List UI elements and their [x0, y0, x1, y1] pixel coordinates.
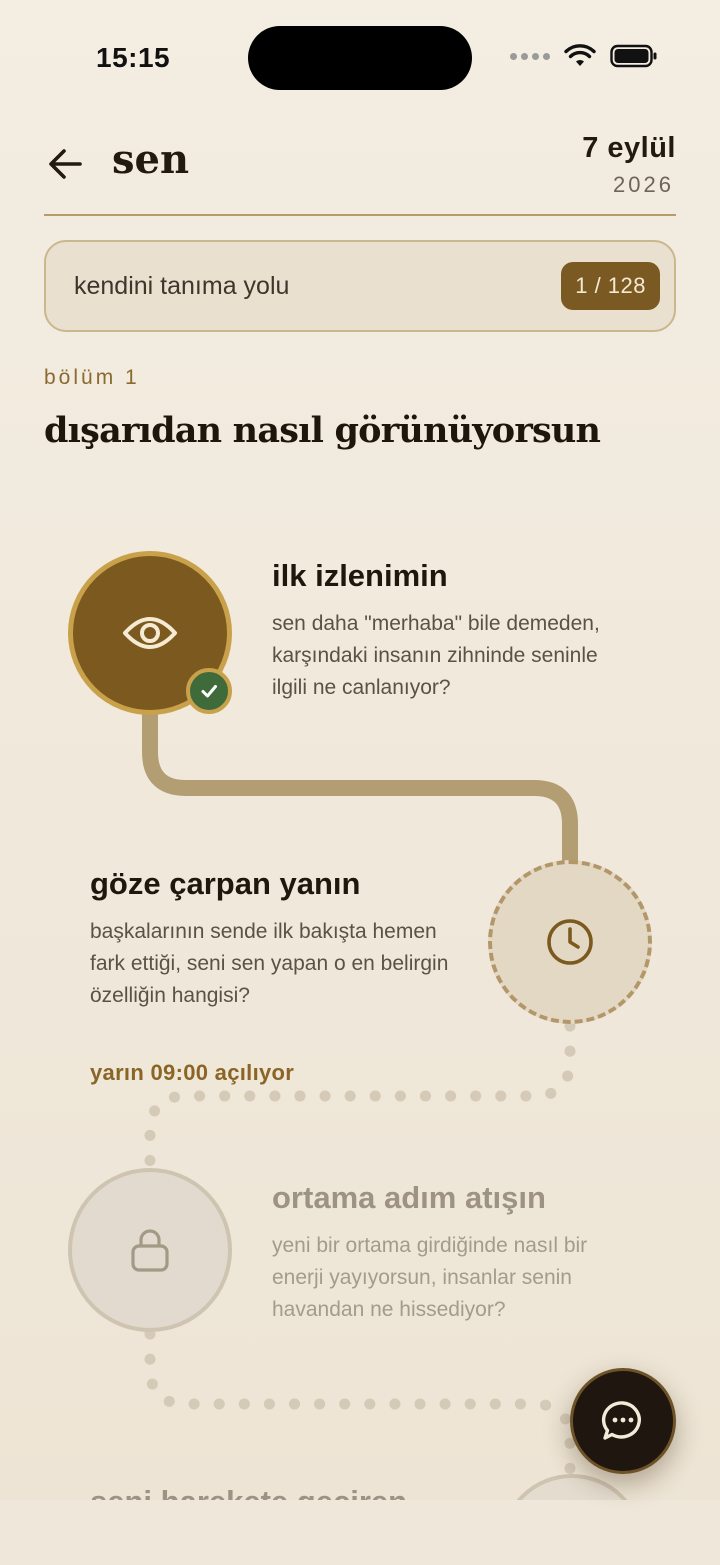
progress-badge: 1 / 128 [561, 262, 660, 310]
dynamic-island [248, 26, 472, 90]
step-node-locked [68, 1168, 232, 1332]
section-label: bölüm 1 [44, 366, 140, 389]
journey-selector[interactable]: kendini tanıma yolu 1 / 128 [44, 240, 676, 332]
chat-button[interactable] [570, 1368, 676, 1474]
status-bar: 15:15 [0, 0, 720, 110]
step-description: yeni bir ortama girdiğinde nasıl bir ene… [272, 1234, 588, 1321]
header-divider [44, 214, 676, 216]
header-date-year: 2026 [613, 172, 674, 197]
header: sen 7 eylül 2026 [44, 130, 676, 218]
section-title: dışarıdan nasıl görünüyorsun [44, 410, 601, 451]
bottom-bar-area [0, 1500, 720, 1565]
battery-icon [610, 44, 657, 68]
step-description: sen daha "merhaba" bile demeden, karşınd… [272, 612, 600, 699]
step-description: başkalarının sende ilk bakışta hemen far… [90, 920, 449, 1007]
step-title: ortama adım atışın [272, 1180, 546, 1215]
journey-name: kendini tanıma yolu [74, 272, 290, 300]
status-time: 15:15 [96, 42, 171, 73]
journey-path [142, 704, 578, 1478]
check-icon [201, 685, 217, 698]
unlock-time-label: yarın 09:00 açılıyor [90, 1060, 295, 1085]
wifi-icon [564, 44, 596, 66]
step-title: göze çarpan yanın [90, 866, 361, 901]
page-title: sen [112, 136, 190, 183]
back-button[interactable] [44, 142, 88, 186]
completed-check-badge [186, 668, 232, 714]
eye-icon [123, 617, 177, 649]
step-title[interactable]: ilk izlenimin [272, 558, 448, 594]
lock-icon [131, 1229, 169, 1272]
arrow-left-icon [49, 149, 82, 179]
step-node-upcoming[interactable] [488, 860, 652, 1024]
cellular-signal-icon [510, 52, 550, 60]
chat-bubble-icon [601, 1401, 641, 1440]
clock-icon [547, 919, 593, 965]
header-date-day: 7 eylül [582, 132, 676, 164]
status-indicators [510, 44, 658, 68]
